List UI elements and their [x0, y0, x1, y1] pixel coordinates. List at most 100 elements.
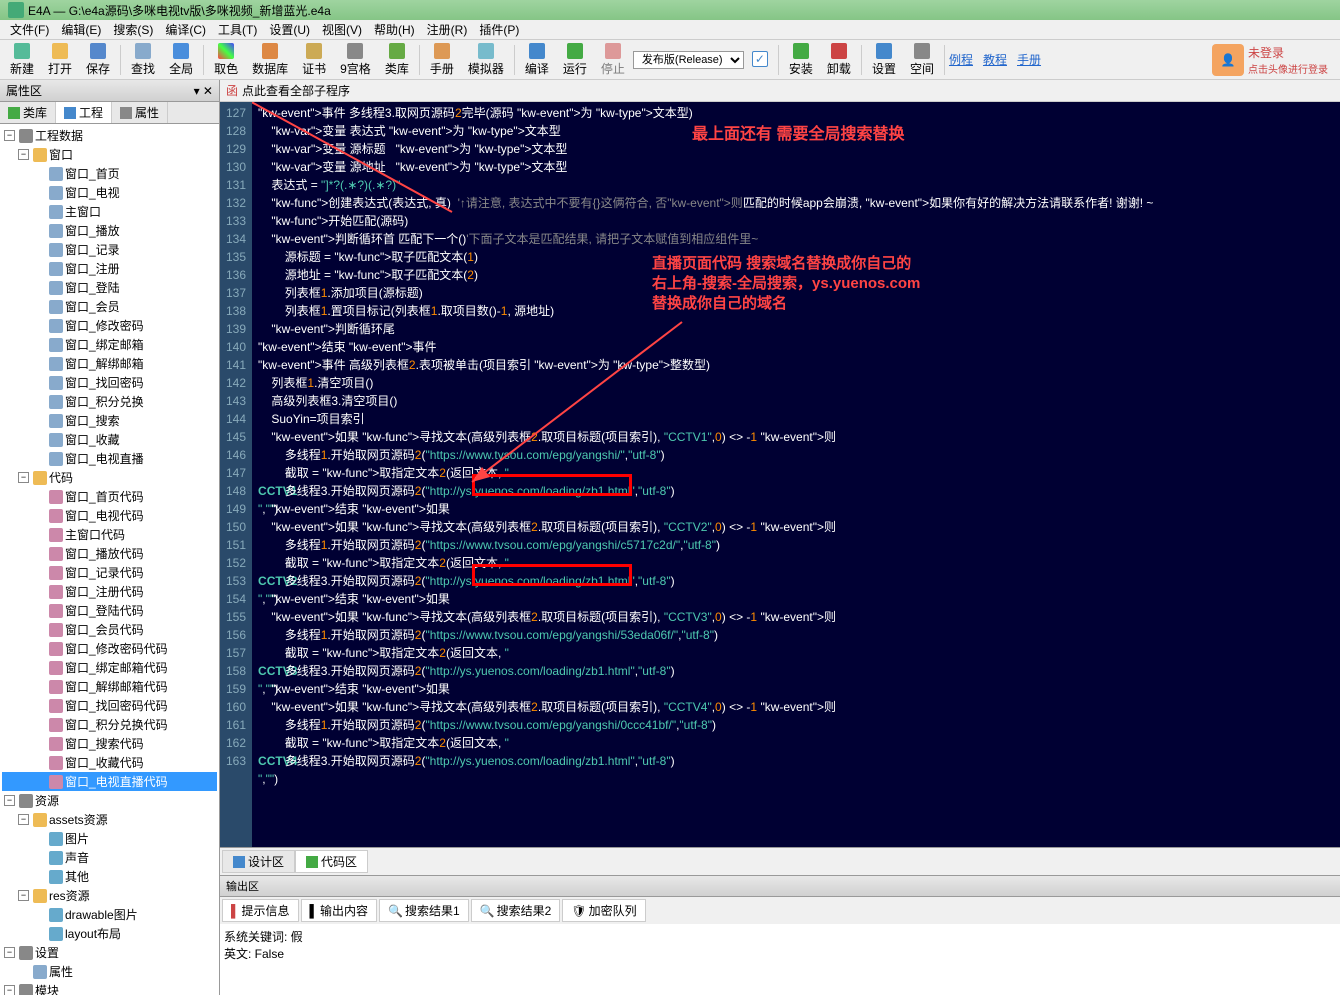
code-line[interactable]: 多线程3.开始取网页源码2("http://ys.yuenos.com/load…	[258, 572, 1334, 590]
avatar[interactable]: 👤	[1212, 44, 1244, 76]
tree-item[interactable]: 图片	[2, 829, 217, 848]
code-line[interactable]: 多线程1.开始取网页源码2("https://www.tvsou.com/epg…	[258, 716, 1334, 734]
code-line[interactable]: "kw-func">创建表达式(表达式, 真) '↑请注意, 表达式中不要有{}…	[258, 194, 1334, 212]
tool-open[interactable]: 打开	[42, 41, 78, 79]
otab-info[interactable]: ▌提示信息	[222, 899, 299, 922]
tool-new[interactable]: 新建	[4, 41, 40, 79]
tree-item[interactable]: 窗口_首页	[2, 164, 217, 183]
tree-item[interactable]: 窗口_电视代码	[2, 506, 217, 525]
btab-code[interactable]: 代码区	[295, 850, 368, 873]
tool-checkbox[interactable]: ✓	[746, 49, 774, 70]
menu-tools[interactable]: 工具(T)	[212, 19, 263, 40]
code-line[interactable]: "kw-event">事件 高级列表框2.表项被单击(项目索引 "kw-even…	[258, 356, 1334, 374]
menu-edit[interactable]: 编辑(E)	[55, 19, 107, 40]
tree-item[interactable]: 声音	[2, 848, 217, 867]
tree-item[interactable]: 其他	[2, 867, 217, 886]
tree-item[interactable]: 窗口_找回密码代码	[2, 696, 217, 715]
code-line[interactable]: 表达式 = "]*?(.∗?)(.∗?)"	[258, 176, 1334, 194]
code-line[interactable]: 多线程3.开始取网页源码2("http://ys.yuenos.com/load…	[258, 752, 1334, 770]
tree-item[interactable]: 窗口_电视直播	[2, 449, 217, 468]
tree-item[interactable]: −assets资源	[2, 810, 217, 829]
project-tree[interactable]: −工程数据−窗口窗口_首页窗口_电视主窗口窗口_播放窗口_记录窗口_注册窗口_登…	[0, 124, 219, 995]
code-line[interactable]: 列表框1.添加项目(源标题)	[258, 284, 1334, 302]
tool-color[interactable]: 取色	[208, 41, 244, 79]
code-line[interactable]: 多线程3.开始取网页源码2("http://ys.yuenos.com/load…	[258, 662, 1334, 680]
tree-item[interactable]: 窗口_登陆代码	[2, 601, 217, 620]
tree-item[interactable]: drawable图片	[2, 905, 217, 924]
tree-item[interactable]: 窗口_首页代码	[2, 487, 217, 506]
tree-item[interactable]: 窗口_电视直播代码	[2, 772, 217, 791]
code-line[interactable]: "kw-event">事件 多线程3.取网页源码2完毕(源码 "kw-event…	[258, 104, 1334, 122]
btab-design[interactable]: 设计区	[222, 850, 295, 873]
code-line[interactable]: "kw-event">如果 "kw-func">寻找文本(高级列表框2.取项目标…	[258, 428, 1334, 446]
tree-item[interactable]: 窗口_找回密码	[2, 373, 217, 392]
tool-db[interactable]: 数据库	[246, 41, 294, 79]
menu-register[interactable]: 注册(R)	[421, 19, 474, 40]
code-content[interactable]: 最上面还有 需要全局搜索替换 直播页面代码 搜索域名替换成你自己的 右上角-搜索…	[252, 102, 1340, 847]
code-line[interactable]: 多线程1.开始取网页源码2("https://www.tvsou.com/epg…	[258, 446, 1334, 464]
code-line[interactable]: "kw-event">如果 "kw-func">寻找文本(高级列表框2.取项目标…	[258, 698, 1334, 716]
code-line[interactable]: 截取 = "kw-func">取指定文本2(返回文本, "CCTV2","")	[258, 554, 1334, 572]
tool-cert[interactable]: 证书	[296, 41, 332, 79]
tool-sim[interactable]: 模拟器	[462, 41, 510, 79]
code-line[interactable]: "kw-event">结束 "kw-event">如果	[258, 500, 1334, 518]
menu-view[interactable]: 视图(V)	[316, 19, 368, 40]
panel-dropdown-icon[interactable]: ▾ ✕	[194, 84, 213, 98]
code-line[interactable]: "kw-var">变量 源地址 "kw-event">为 "kw-type">文…	[258, 158, 1334, 176]
code-line[interactable]: "kw-event">判断循环尾	[258, 320, 1334, 338]
menu-plugin[interactable]: 插件(P)	[473, 19, 525, 40]
code-line[interactable]: "kw-var">变量 表达式 "kw-event">为 "kw-type">文…	[258, 122, 1334, 140]
tree-item[interactable]: 窗口_绑定邮箱	[2, 335, 217, 354]
tree-item[interactable]: −设置	[2, 943, 217, 962]
tree-item[interactable]: layout布局	[2, 924, 217, 943]
tool-run[interactable]: 运行	[557, 41, 593, 79]
tree-item[interactable]: 窗口_解绑邮箱代码	[2, 677, 217, 696]
tree-item[interactable]: 主窗口代码	[2, 525, 217, 544]
tree-item[interactable]: 主窗口	[2, 202, 217, 221]
code-line[interactable]: 多线程1.开始取网页源码2("https://www.tvsou.com/epg…	[258, 536, 1334, 554]
otab-search1[interactable]: 🔍搜索结果1	[379, 899, 469, 922]
code-line[interactable]: 截取 = "kw-func">取指定文本2(返回文本, "CCTV3","")	[258, 644, 1334, 662]
code-line[interactable]: 截取 = "kw-func">取指定文本2(返回文本, "CCTV1","")	[258, 464, 1334, 482]
code-line[interactable]: SuoYin=项目索引	[258, 410, 1334, 428]
tool-save[interactable]: 保存	[80, 41, 116, 79]
tree-item[interactable]: −工程数据	[2, 126, 217, 145]
tree-item[interactable]: 窗口_修改密码代码	[2, 639, 217, 658]
otab-encrypt[interactable]: 🛡加密队列	[562, 899, 645, 922]
code-line[interactable]: 源地址 = "kw-func">取子匹配文本(2)	[258, 266, 1334, 284]
otab-search2[interactable]: 🔍搜索结果2	[471, 899, 561, 922]
code-line[interactable]: 截取 = "kw-func">取指定文本2(返回文本, "CCTV4","")	[258, 734, 1334, 752]
link-manual[interactable]: 手册	[1017, 51, 1041, 68]
code-line[interactable]: "kw-event">如果 "kw-func">寻找文本(高级列表框2.取项目标…	[258, 518, 1334, 536]
code-line[interactable]: 多线程1.开始取网页源码2("https://www.tvsou.com/epg…	[258, 626, 1334, 644]
tool-global[interactable]: 全局	[163, 41, 199, 79]
user-area[interactable]: 👤 未登录 点击头像进行登录	[1212, 44, 1336, 76]
code-line[interactable]: "kw-func">开始匹配(源码)	[258, 212, 1334, 230]
tree-item[interactable]: 窗口_会员	[2, 297, 217, 316]
tree-item[interactable]: 窗口_积分兑换	[2, 392, 217, 411]
tree-item[interactable]: −res资源	[2, 886, 217, 905]
code-line[interactable]: "kw-event">结束 "kw-event">事件	[258, 338, 1334, 356]
tool-find[interactable]: 查找	[125, 41, 161, 79]
code-line[interactable]: 源标题 = "kw-func">取子匹配文本(1)	[258, 248, 1334, 266]
tool-settings[interactable]: 设置	[866, 41, 902, 79]
code-line[interactable]: "kw-var">变量 源标题 "kw-event">为 "kw-type">文…	[258, 140, 1334, 158]
tree-item[interactable]: 窗口_搜索	[2, 411, 217, 430]
otab-output[interactable]: ▌输出内容	[301, 899, 378, 922]
tool-space[interactable]: 空间	[904, 41, 940, 79]
tree-item[interactable]: 窗口_修改密码	[2, 316, 217, 335]
tool-stop[interactable]: 停止	[595, 41, 631, 79]
tree-item[interactable]: 窗口_注册代码	[2, 582, 217, 601]
code-line[interactable]: 高级列表框3.清空项目()	[258, 392, 1334, 410]
code-line[interactable]: 列表框1.清空项目()	[258, 374, 1334, 392]
menu-help[interactable]: 帮助(H)	[368, 19, 421, 40]
code-line[interactable]: "kw-event">结束 "kw-event">如果	[258, 590, 1334, 608]
code-editor[interactable]: 1271281291301311321331341351361371381391…	[220, 102, 1340, 847]
menu-compile[interactable]: 编译(C)	[159, 19, 212, 40]
code-line[interactable]: "kw-event">结束 "kw-event">如果	[258, 680, 1334, 698]
tree-item[interactable]: 窗口_记录代码	[2, 563, 217, 582]
tab-props[interactable]: 属性	[112, 102, 168, 123]
function-dropdown[interactable]: 点此查看全部子程序	[242, 82, 350, 99]
tool-grid9[interactable]: 9宫格	[334, 41, 377, 79]
code-line[interactable]: 多线程3.开始取网页源码2("http://ys.yuenos.com/load…	[258, 482, 1334, 500]
